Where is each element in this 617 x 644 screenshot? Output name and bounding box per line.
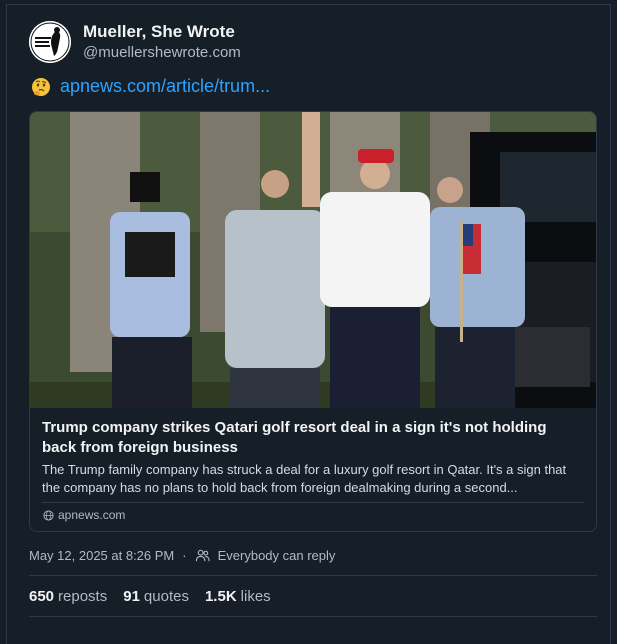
quotes-count: 91 (123, 588, 140, 605)
post-timestamp[interactable]: May 12, 2025 at 8:26 PM (29, 548, 174, 563)
people-icon (195, 549, 210, 562)
article-domain: apnews.com (43, 508, 125, 522)
article-title[interactable]: Trump company strikes Qatari golf resort… (42, 418, 582, 458)
card-divider (42, 502, 584, 503)
likes-count: 1.5K (204, 588, 237, 605)
post-text: apnews.com/article/trum... (31, 76, 270, 97)
post-meta: May 12, 2025 at 8:26 PM · Everybody can … (29, 548, 335, 563)
quotes-stat[interactable]: 91 quotes (123, 588, 189, 605)
reposts-label: reposts (58, 588, 108, 605)
reposts-stat[interactable]: 650 reposts (29, 588, 107, 605)
article-domain-label: apnews.com (58, 508, 126, 522)
article-description: The Trump family company has struck a de… (42, 462, 567, 495)
reply-setting[interactable]: Everybody can reply (218, 548, 336, 563)
post-stats: 650 reposts 91 quotes 1.5K likes (29, 588, 271, 605)
likes-stat[interactable]: 1.5K likes (205, 588, 271, 605)
article-link[interactable]: apnews.com/article/trum... (60, 76, 270, 97)
quotes-label: quotes (143, 588, 189, 605)
globe-icon (43, 509, 54, 521)
stats-divider-bottom (29, 616, 597, 617)
article-thumbnail (30, 112, 596, 408)
likes-label: likes (240, 588, 271, 605)
reposts-count: 650 (29, 588, 55, 605)
thinking-face-icon (32, 77, 50, 96)
stats-divider-top (29, 575, 597, 576)
meta-separator-dot: · (182, 548, 187, 563)
author-name[interactable]: Mueller, She Wrote (83, 22, 235, 42)
avatar-logo (29, 21, 71, 63)
author-avatar[interactable] (29, 21, 71, 63)
author-handle[interactable]: @muellershewrote.com (83, 44, 241, 61)
link-preview-card[interactable]: Trump company strikes Qatari golf resort… (29, 111, 597, 532)
